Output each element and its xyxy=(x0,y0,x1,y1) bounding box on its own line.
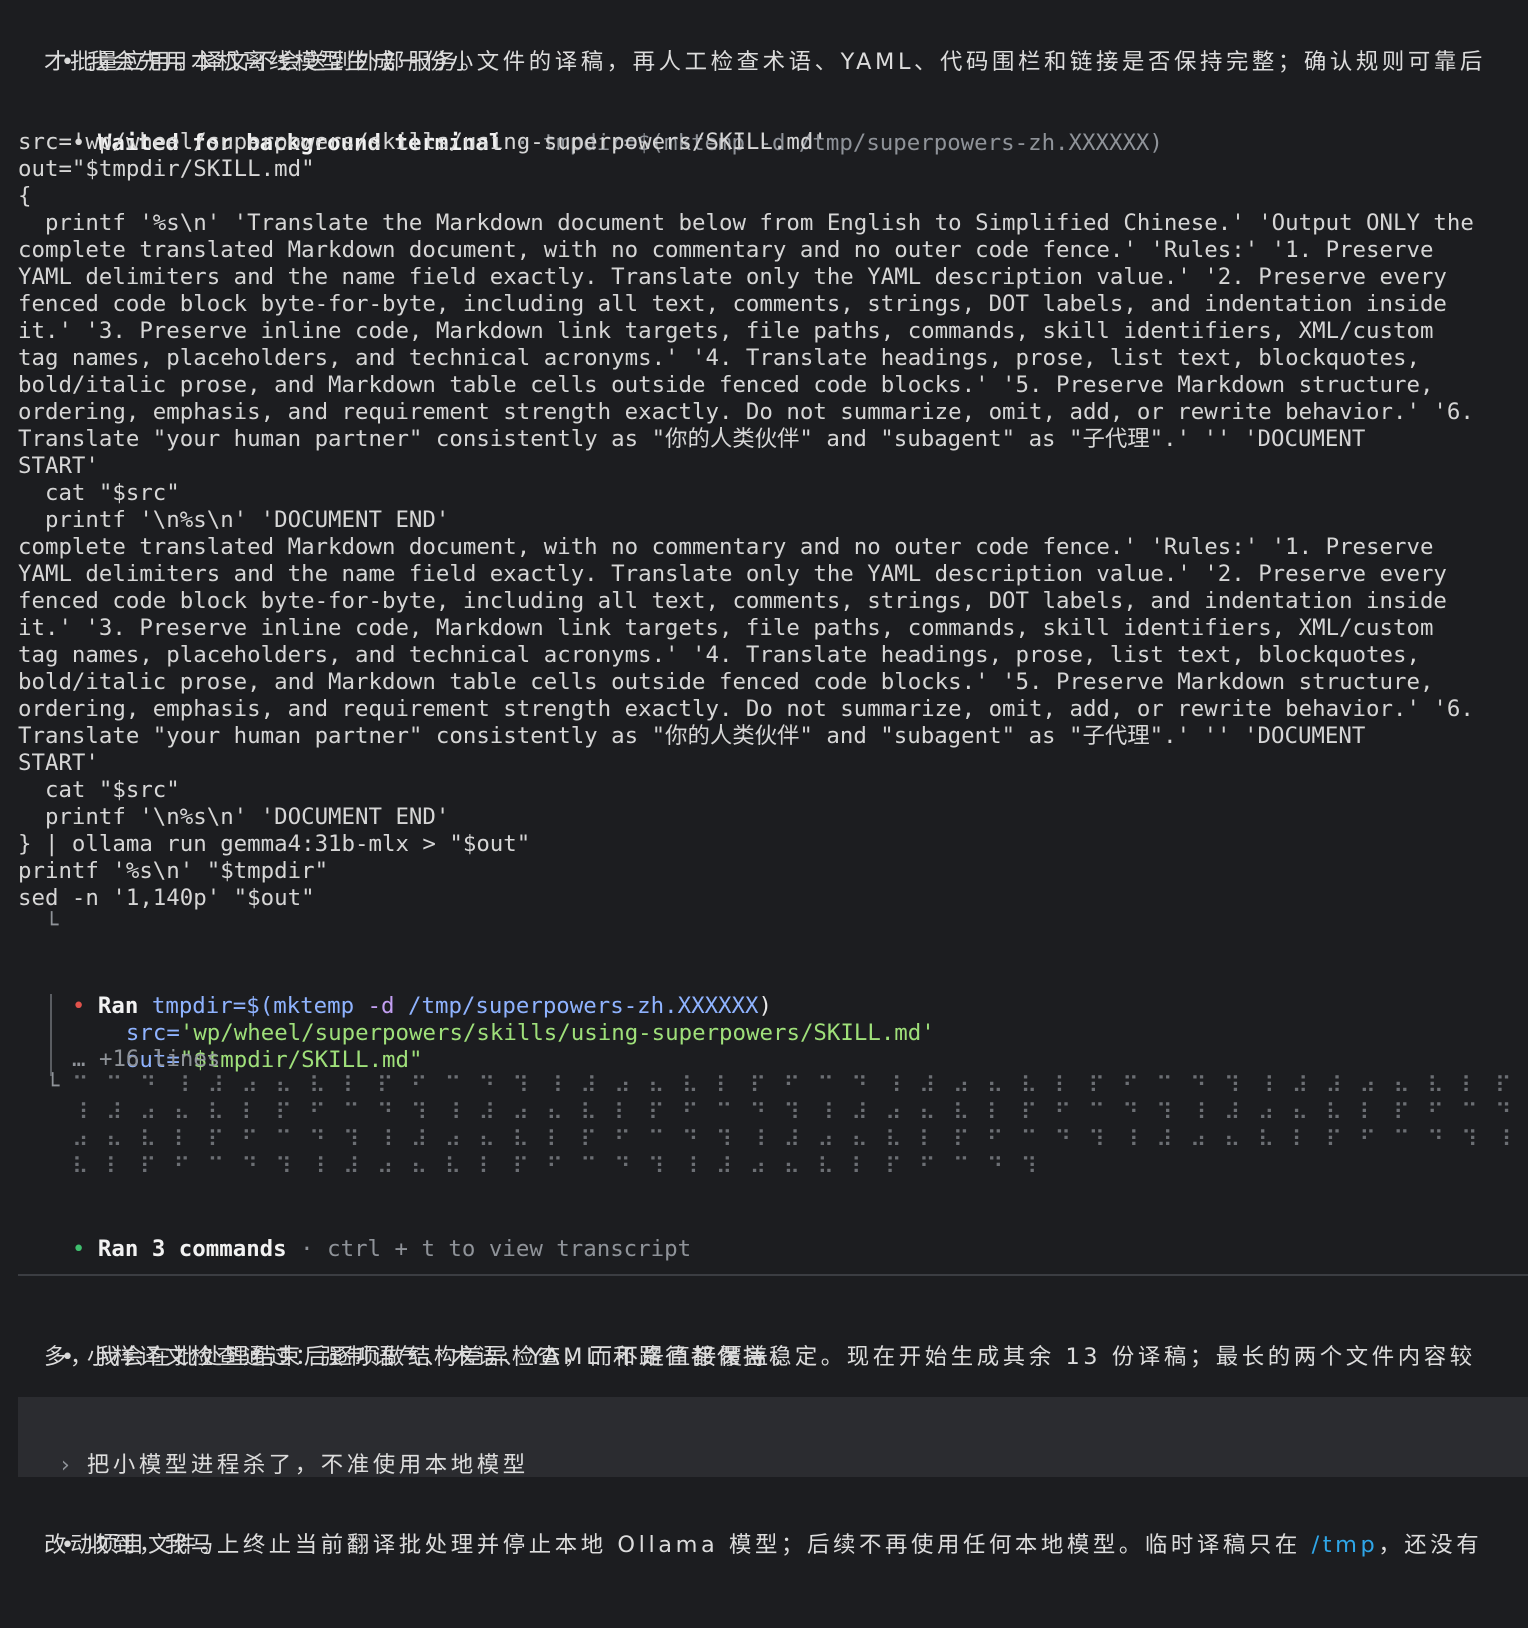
waited-command-line: printf '%s\n' "$tmpdir" xyxy=(18,858,329,884)
waited-command-line: bold/italic prose, and Markdown table ce… xyxy=(18,372,1434,398)
waited-command-line: src='wp/wheel/superpowers/skills/using-s… xyxy=(18,129,827,155)
more-lines-button[interactable]: … +16 lines xyxy=(72,1045,220,1073)
separator: · xyxy=(286,1236,328,1262)
waited-command-line: printf '\n%s\n' 'DOCUMENT END' xyxy=(18,507,450,533)
waited-command-line: cat "$src" xyxy=(18,480,180,506)
waited-command-line: ordering, emphasis, and requirement stre… xyxy=(18,696,1474,722)
waited-command-line: complete translated Markdown document, w… xyxy=(18,237,1434,263)
user-prompt: › 把小模型进程杀了，不准使用本地模型 xyxy=(18,1423,529,1478)
waited-command-line: cat "$src" xyxy=(18,777,180,803)
braille-output-2: ⠸ ⠼ ⠴ ⠦ ⠧ ⠇ ⠏ ⠋ ⠉ ⠙ ⠹ ⠸ ⠼ ⠴ ⠦ ⠧ ⠇ ⠏ ⠋ ⠉ … xyxy=(72,1100,1514,1126)
waited-command-line: Translate "your human partner" consisten… xyxy=(18,723,1366,749)
waited-command-line: fenced code block byte-for-byte, includi… xyxy=(18,588,1447,614)
waited-command-line: bold/italic prose, and Markdown table ce… xyxy=(18,669,1434,695)
ran3-label: Ran 3 commands xyxy=(97,1236,287,1262)
chevron-right-icon: › xyxy=(60,1452,74,1478)
waited-command-line: fenced code block byte-for-byte, includi… xyxy=(18,291,1447,317)
waited-command-line: printf '%s\n' 'Translate the Markdown do… xyxy=(18,210,1474,236)
braille-output-1: ⠉ ⠉ ⠙ ⠸ ⠼ ⠴ ⠦ ⠧ ⠇ ⠏ ⠋ ⠉ ⠙ ⠹ ⠸ ⠼ ⠴ ⠦ ⠧ ⠇ … xyxy=(72,1073,1514,1099)
waited-command-line: START' xyxy=(18,750,99,776)
tmp-path-link[interactable]: /tmp xyxy=(1312,1532,1379,1558)
ran-gutter-bar xyxy=(50,994,52,1076)
waited-command-line: sed -n '1,140p' "$out" xyxy=(18,885,315,911)
waited-command-line: complete translated Markdown document, w… xyxy=(18,534,1434,560)
waited-command-line: Translate "your human partner" consisten… xyxy=(18,426,1366,452)
user-prompt-text: 把小模型进程杀了，不准使用本地模型 xyxy=(86,1452,529,1478)
waited-command-line: } | ollama run gemma4:31b-mlx > "$out" xyxy=(18,831,531,857)
waited-command-line: it.' '3. Preserve inline code, Markdown … xyxy=(18,318,1434,344)
braille-output-4: ⠧ ⠇ ⠏ ⠋ ⠉ ⠙ ⠹ ⠸ ⠼ ⠴ ⠦ ⠧ ⠇ ⠏ ⠋ ⠉ ⠙ ⠹ ⠸ ⠼ … xyxy=(72,1154,1040,1180)
waited-terminal-header[interactable]: • Waited for background terminal · tmpdir… xyxy=(18,101,1163,156)
assistant-message-2-cont: 多，我会在批处理结束后逐项做结构差异检查，而不是直接覆盖。 xyxy=(44,1344,798,1370)
ran-3-commands[interactable]: • Ran 3 commands · ctrl + t to view trans… xyxy=(18,1207,691,1262)
assistant-message-1-cont: 才批量应用。译文不会送到外部服务。 xyxy=(44,49,486,75)
bullet-icon: • xyxy=(71,1236,86,1262)
waited-command-line: tag names, placeholders, and technical a… xyxy=(18,642,1420,668)
terminal-transcript: • 我会先用本机离线模型生成一份小文件的译稿，再人工检查术语、YAML、代码围栏和… xyxy=(0,0,1528,1628)
waited-command-line: printf '\n%s\n' 'DOCUMENT END' xyxy=(18,804,450,830)
waited-command-line: it.' '3. Preserve inline code, Markdown … xyxy=(18,615,1434,641)
waited-command-line: YAML delimiters and the name field exact… xyxy=(18,264,1447,290)
waited-command-line: ordering, emphasis, and requirement stre… xyxy=(18,399,1474,425)
assistant-message-2: • 小样译文检查通过：强制语气、术语、YAML 和路径都保持稳定。现在开始生成其余… xyxy=(18,1315,1476,1370)
waited-command-line: tag names, placeholders, and technical a… xyxy=(18,345,1420,371)
message-text-tail: ，还没有 xyxy=(1378,1532,1483,1558)
tree-corner-icon: └ xyxy=(18,912,59,938)
divider xyxy=(18,1274,1528,1276)
transcript-hint: ctrl + t to view transcript xyxy=(327,1236,692,1262)
message-text: 收到，我马上终止当前翻译批处理并停止本地 Ollama 模型；后续不再使用任何本… xyxy=(86,1532,1312,1558)
assistant-message-1: • 我会先用本机离线模型生成一份小文件的译稿，再人工检查术语、YAML、代码围栏和… xyxy=(18,20,1486,75)
waited-command-line: out="$tmpdir/SKILL.md" xyxy=(18,156,315,182)
assistant-message-3: • 收到，我马上终止当前翻译批处理并停止本地 Ollama 模型；后续不再使用任何… xyxy=(18,1503,1482,1558)
waited-command-line: YAML delimiters and the name field exact… xyxy=(18,561,1447,587)
braille-output-3: ⠴ ⠦ ⠧ ⠇ ⠏ ⠋ ⠉ ⠙ ⠹ ⠸ ⠼ ⠴ ⠦ ⠧ ⠇ ⠏ ⠋ ⠉ ⠙ ⠹ … xyxy=(72,1127,1514,1153)
ran-out-line: out="$tmpdir/SKILL.md" xyxy=(72,1018,423,1073)
tree-corner-icon: └ xyxy=(46,1073,60,1099)
waited-command-line: { xyxy=(18,183,32,209)
ran-header[interactable]: • Ran tmpdir=$(mktemp -d /tmp/superpowers… xyxy=(18,964,772,1019)
ran-src-line: src='wp/wheel/superpowers/skills/using-s… xyxy=(72,991,935,1046)
assistant-message-3-cont: 改动项目文件。 xyxy=(44,1532,226,1558)
waited-command-line: START' xyxy=(18,453,99,479)
